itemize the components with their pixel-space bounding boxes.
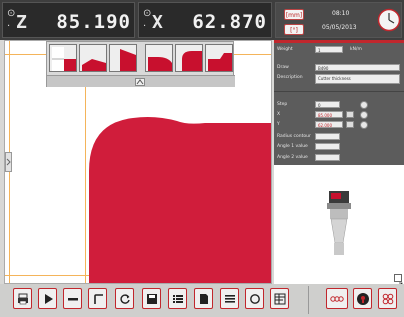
side-collapse-handle[interactable] [5, 152, 12, 172]
list-button[interactable] [168, 288, 187, 309]
param-label-step: Step [277, 102, 288, 107]
cycle-icon [249, 293, 260, 304]
menu-button[interactable] [220, 288, 239, 309]
table-icon [274, 293, 285, 304]
param-label-x: X [277, 112, 281, 117]
axis-z-dot-icon: · [7, 21, 11, 32]
panel-divider [274, 91, 404, 92]
param-label-y: Y [277, 122, 280, 127]
save-icon [146, 293, 157, 304]
save-button[interactable] [142, 288, 161, 309]
param-label-draw: Draw [277, 65, 289, 70]
axis-x-box: ⊙ · X 62.870 [138, 2, 272, 38]
profile-palette [46, 41, 235, 87]
axis-z-marker-icon: ⊙ [7, 8, 16, 19]
axis-x-label: X [152, 12, 164, 33]
profile-taper-tool[interactable] [109, 44, 137, 72]
info-button[interactable] [353, 288, 372, 309]
axis-z-value: 85.190 [56, 11, 131, 33]
play-button[interactable] [38, 288, 57, 309]
x-minus-button[interactable] [360, 111, 368, 119]
list-icon [172, 294, 183, 303]
param-label-radius: Radius contour [277, 134, 311, 139]
status-area: [mm] [°] 08:10 05/05/2013 [275, 2, 402, 38]
axis-x-marker-icon: ⊙ [143, 8, 152, 19]
param-field-weight[interactable]: 1 [315, 46, 343, 53]
param-field-angle-2[interactable] [315, 154, 340, 161]
axis-z-box: ⊙ · Z 85.190 [2, 2, 135, 38]
bottom-toolbar [0, 284, 404, 317]
param-field-step[interactable]: 0 [315, 101, 340, 108]
grid-icon [382, 293, 393, 304]
step-minus-button[interactable] [360, 101, 368, 109]
corner-button[interactable] [88, 288, 107, 309]
x-lock-button[interactable] [346, 111, 354, 118]
refresh-icon [119, 293, 130, 304]
y-minus-button[interactable] [360, 121, 368, 129]
time-display: 08:10 [332, 10, 350, 17]
menu-icon [224, 294, 235, 303]
table-button[interactable] [270, 288, 289, 309]
print-button[interactable] [13, 288, 32, 309]
panel-accent-bar [274, 40, 404, 43]
profile-chamfer-tool[interactable] [205, 44, 233, 72]
info-icon [356, 292, 369, 305]
cycle-button[interactable] [245, 288, 264, 309]
y-lock-button[interactable] [346, 121, 354, 128]
chain-button[interactable] [326, 288, 348, 309]
tool-preview [274, 165, 404, 290]
grid-button[interactable] [378, 288, 397, 309]
param-field-y[interactable]: 62.000 [315, 121, 343, 128]
file-button[interactable] [194, 288, 213, 309]
param-label-description: Description [277, 75, 303, 80]
profile-round-tool[interactable] [145, 44, 173, 72]
guide-line-right [271, 41, 272, 284]
tool-holder-image [327, 191, 351, 255]
axis-x-value: 62.870 [192, 11, 267, 33]
param-field-description[interactable]: Cutter thickness [315, 74, 400, 84]
line-button[interactable] [63, 288, 82, 309]
param-label-angle-2: Angle 2 value [277, 155, 308, 160]
profile-fillet-tool[interactable] [175, 44, 203, 72]
profile-slope-tool[interactable] [79, 44, 107, 72]
param-field-angle-1[interactable] [315, 143, 340, 150]
print-icon [17, 293, 28, 304]
refresh-button[interactable] [115, 288, 134, 309]
axis-z-label: Z [16, 12, 28, 33]
axis-x-dot-icon: · [143, 21, 147, 32]
parameter-panel: Weight 1 kN/m Draw B490 Description Cutt… [274, 40, 404, 165]
mode-button[interactable]: [mm] [284, 9, 304, 20]
palette-collapse-bar[interactable] [47, 75, 235, 87]
param-label-angle-1: Angle 1 value [277, 144, 308, 149]
param-field-radius[interactable] [315, 133, 340, 140]
param-select-draw[interactable]: B490 [315, 64, 400, 71]
clock-icon [377, 8, 401, 32]
chevron-up-icon [135, 78, 145, 86]
play-icon [44, 293, 53, 304]
corner-icon [93, 293, 103, 304]
readout-bar: ⊙ · Z 85.190 ⊙ · X 62.870 [mm] [°] 08:10… [0, 0, 404, 40]
unit-button[interactable]: [°] [284, 24, 304, 35]
param-field-x[interactable]: 85.000 [315, 111, 343, 118]
param-unit-weight: kN/m [350, 47, 362, 52]
file-icon [199, 293, 208, 304]
line-icon [67, 297, 78, 300]
chain-icon [330, 295, 344, 302]
toolbar-separator [308, 286, 309, 314]
profile-step-tool[interactable] [49, 44, 77, 72]
param-label-weight: Weight [277, 47, 293, 52]
date-display: 05/05/2013 [322, 24, 357, 31]
expand-preview-icon[interactable] [394, 274, 403, 290]
